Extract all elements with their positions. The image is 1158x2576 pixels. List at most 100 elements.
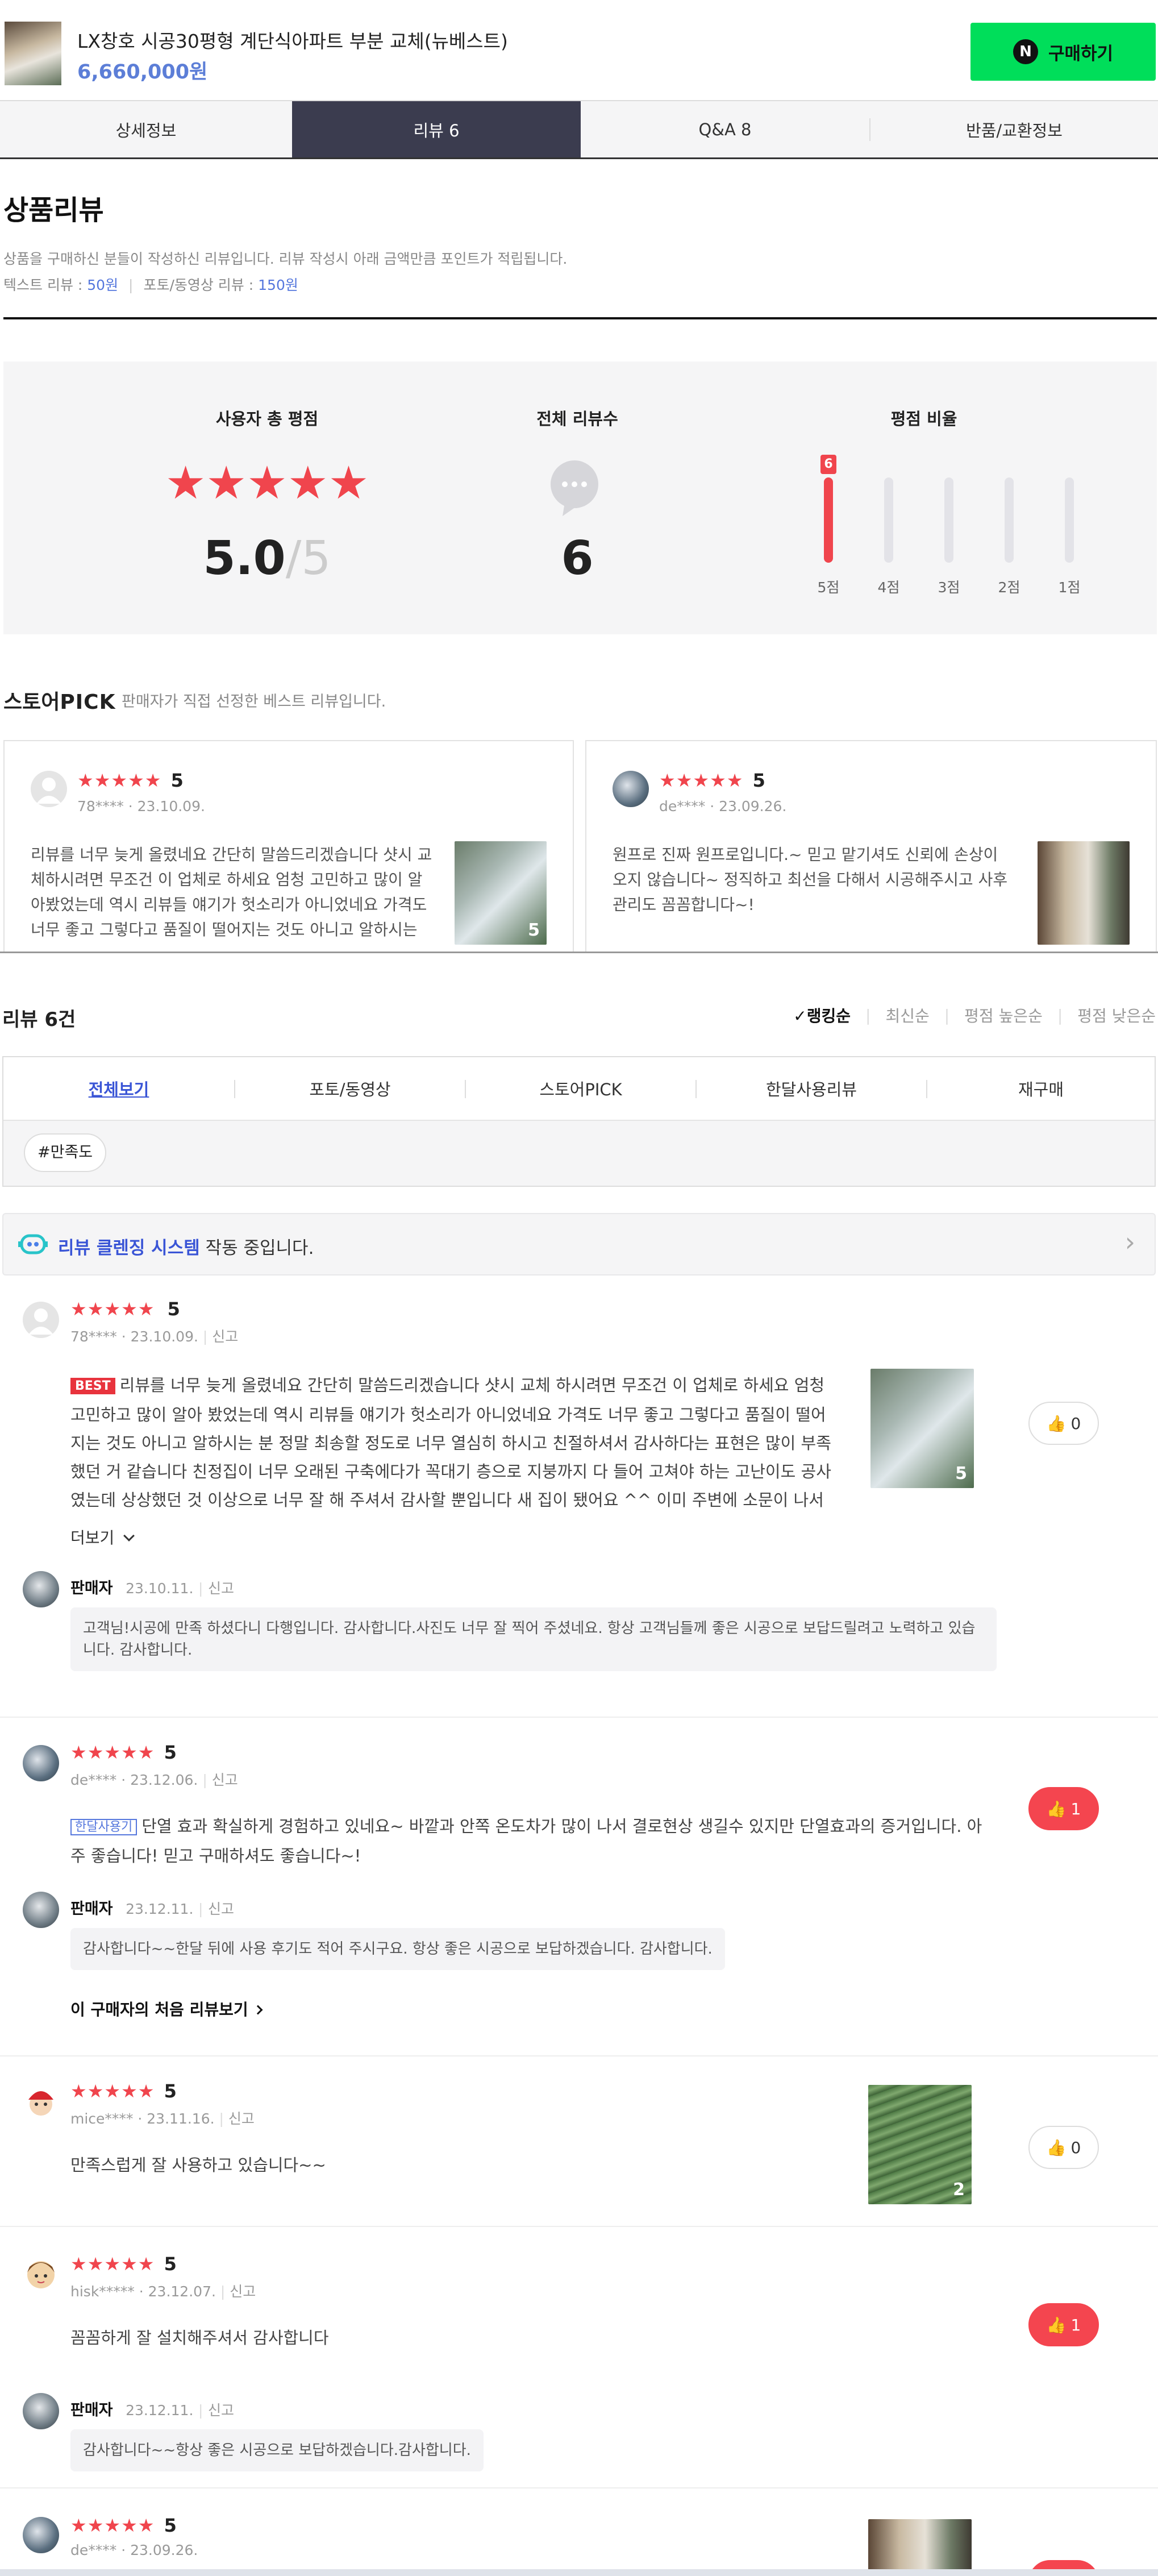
first-review-link[interactable]: 이 구매자의 처음 리뷰보기 [70,1997,263,2020]
card-score: 5 [752,770,765,791]
tab-qna[interactable]: Q&A 8 [581,101,869,157]
filter-store-pick[interactable]: 스토어PICK [466,1057,695,1120]
tab-return-info[interactable]: 반품/교환정보 [870,101,1158,157]
like-button[interactable]: 👍 0 [1028,2126,1099,2169]
filter-photo-video[interactable]: 포토/동영상 [235,1057,465,1120]
rating-bar-label: 4점 [877,579,900,596]
card-photo-count: 5 [528,920,540,940]
cleaning-notice-text: 리뷰 클렌징 시스템 작동 중입니다. [58,1233,314,1259]
review-item: ★★★★★ 5 de**** · 23.09.26. [0,2490,1158,2576]
store-pick-title: 스토어PICK [3,685,115,715]
card-photo[interactable]: 5 [455,841,547,945]
seller-date: 23.10.11. [126,1580,194,1597]
store-pick-card[interactable]: ★★★★★ 5 78**** · 23.10.09. 리뷰를 너무 늦게 올렸네… [3,740,574,952]
filter-repurchase[interactable]: 재구매 [927,1057,1155,1120]
meta-divider: | [202,1328,208,1345]
review-text: 꼼꼼하게 잘 설치해주셔서 감사합니다 [70,2328,329,2348]
review-date: 23.11.16. [147,2110,215,2127]
cleaning-system-name: 리뷰 클렌징 시스템 [58,1238,200,1258]
user-avatar [613,771,649,807]
review-filter-tabs: 전체보기 포토/동영상 스토어PICK 한달사용리뷰 재구매 [3,1057,1155,1121]
seller-name: 판매자 [70,1900,113,1918]
review-cleaning-notice[interactable]: 리뷰 클렌징 시스템 작동 중입니다. › [2,1213,1156,1275]
sort-ranking[interactable]: ✓랭킹순 [793,1004,851,1027]
meta-divider: | [202,1772,207,1788]
filter-all[interactable]: 전체보기 [3,1057,234,1120]
best-badge: BEST [70,1378,115,1394]
sort-latest[interactable]: 최신순 [885,1004,929,1027]
more-label: 더보기 [70,1528,115,1547]
rating-bar-label: 3점 [938,579,960,596]
sort-low-rating[interactable]: 평점 낮은순 [1077,1004,1156,1027]
card-user: de**** [659,798,706,815]
product-price: 6,660,000원 [77,61,208,84]
review-photo[interactable] [868,2519,972,2576]
review-meta: de**** · 23.12.06. | 신고 [70,1772,238,1788]
card-photo[interactable] [1038,841,1130,945]
review-divider [0,2487,1158,2488]
store-pick-title-a: 스토어 [3,691,60,714]
store-pick-title-b: PICK [60,691,116,714]
page-bottom-edge [0,2569,1158,2576]
review-score: 5 [164,1742,177,1763]
total-score-max: /5 [285,531,331,585]
buy-button[interactable]: N 구매하기 [970,23,1156,81]
report-link[interactable]: 신고 [230,2283,256,2300]
review-date: 23.12.06. [130,1772,198,1788]
review-photo-count: 2 [953,2180,965,2200]
section-title: 상품리뷰 [3,194,104,226]
review-rating: ★★★★★ 5 [70,1742,177,1763]
chevron-right-icon: › [1124,1227,1135,1257]
filter-month-review[interactable]: 한달사용리뷰 [697,1057,926,1120]
card-meta: 78**** · 23.10.09. [77,798,205,815]
review-body: 한달사용기 단열 효과 확실하게 경험하고 있네요~ 바깥과 안쪽 온도차가 많이… [70,1812,991,1870]
product-thumbnail[interactable] [5,22,61,85]
report-link[interactable]: 신고 [228,2110,255,2127]
review-photo[interactable]: 2 [868,2085,972,2204]
detail-tabs: 상세정보 리뷰 6 Q&A 8 반품/교환정보 [0,100,1158,159]
review-item: ★★★★★ 5 de**** · 23.12.06. | 신고 한달사용기 단열 … [0,1717,1158,2058]
review-stars: ★★★★★ [70,2253,155,2275]
seller-report-link[interactable]: 신고 [208,1580,234,1597]
section-rule [3,317,1157,319]
store-pick-bottom-rule [0,952,1158,953]
default-avatar-icon [31,771,67,807]
seller-report-link[interactable]: 신고 [208,1901,234,1917]
photo-review-label: 포토/동영상 리뷰 : [143,277,254,293]
sort-high-rating[interactable]: 평점 높은순 [964,1004,1043,1027]
seller-avatar [23,1892,59,1928]
points-info: 텍스트 리뷰 : 50원 | 포토/동영상 리뷰 : 150원 [3,274,298,294]
review-photo[interactable]: 5 [870,1369,974,1488]
card-rating: ★★★★★ 5 [659,770,765,791]
month-use-badge: 한달사용기 [70,1819,138,1835]
tab-reviews[interactable]: 리뷰 6 [292,101,581,157]
rating-summary: 사용자 총 평점 ★★★★★ 5.0/5 전체 리뷰수 6 평점 비율 6 5점 4… [3,362,1157,634]
text-review-points: 50원 [87,277,119,293]
thumbs-up-icon: 👍 [1046,1799,1067,1818]
report-link[interactable]: 신고 [212,1772,238,1788]
seller-name: 판매자 [70,1580,113,1597]
product-header: LX창호 시공30평형 계단식아파트 부분 교체(뉴베스트) 6,660,000… [0,0,1158,100]
seller-report-link[interactable]: 신고 [208,2402,234,2419]
like-count: 0 [1070,2138,1081,2157]
first-review-label: 이 구매자의 처음 리뷰보기 [70,2000,248,2019]
review-topic-area: #만족도 [3,1121,1155,1186]
section-desc: 상품을 구매하신 분들이 작성하신 리뷰입니다. 리뷰 작성시 아래 금액만큼 … [3,251,568,267]
sort-divider: | [944,1006,950,1025]
seller-reply: 감사합니다~~한달 뒤에 사용 후기도 적어 주시구요. 항상 좋은 시공으로 … [70,1928,725,1970]
rating-bar-track [1065,477,1074,563]
topic-tag-satisfaction[interactable]: #만족도 [24,1133,107,1172]
report-link[interactable]: 신고 [212,1328,238,1345]
total-score-stars: ★★★★★ [165,456,369,509]
like-button[interactable]: 👍 1 [1028,1787,1099,1830]
tab-detail[interactable]: 상세정보 [0,101,292,157]
speech-bubble-icon [549,460,600,517]
review-user: mice**** [70,2110,134,2127]
store-pick-card[interactable]: ★★★★★ 5 de**** · 23.09.26. 원프로 진짜 원프로입니다… [585,740,1157,952]
like-button[interactable]: 👍 1 [1028,2303,1099,2346]
seller-reply-meta: 판매자 23.12.11. | 신고 [70,1896,234,1918]
more-button[interactable]: 더보기 [70,1526,135,1548]
review-item: ★★★★★ 5 78**** · 23.10.09. | 신고 BEST 리뷰를 … [0,1275,1158,1719]
robot-icon [18,1231,48,1257]
like-button[interactable]: 👍 0 [1028,1402,1099,1445]
